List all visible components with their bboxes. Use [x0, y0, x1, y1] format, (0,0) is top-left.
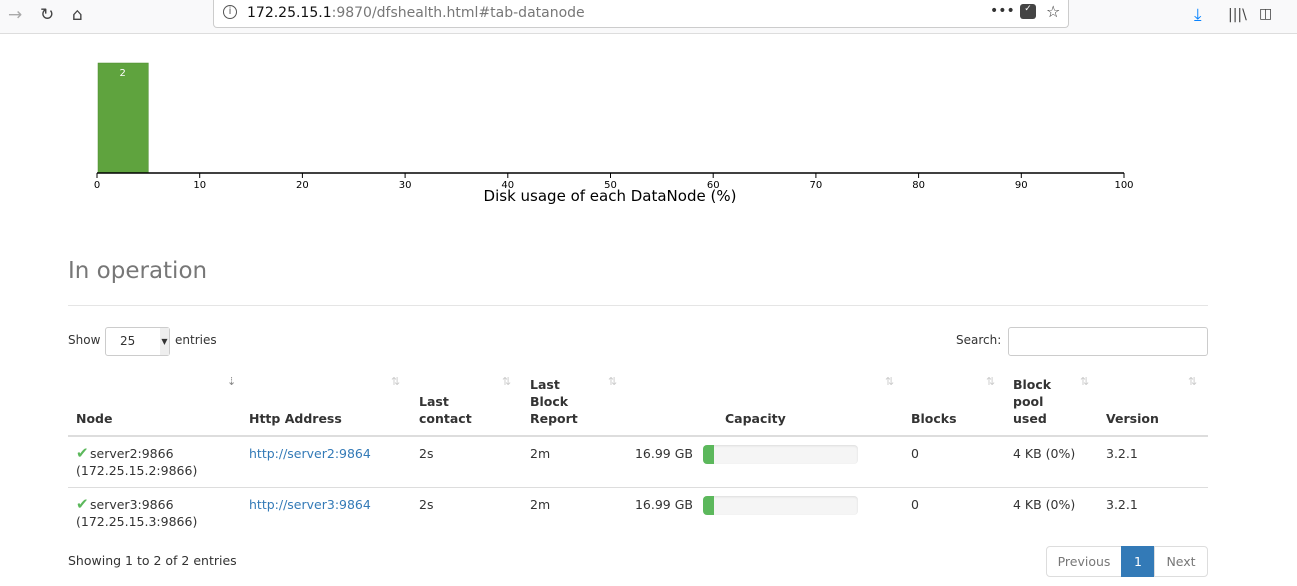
- capacity-bar: [703, 496, 858, 515]
- sort-icon[interactable]: ⇅: [391, 375, 400, 388]
- more-icon[interactable]: •••: [990, 3, 1015, 19]
- table-info: Showing 1 to 2 of 2 entries: [68, 553, 237, 568]
- search-input[interactable]: [1008, 327, 1208, 356]
- block-pool-used: 4 KB (0%): [1013, 446, 1076, 461]
- divider: [68, 305, 1208, 306]
- header-divider: [68, 435, 1208, 437]
- node-name: server2:9866: [90, 446, 174, 461]
- sort-icon[interactable]: ⇅: [502, 375, 511, 388]
- sort-asc-icon[interactable]: ⇣: [227, 375, 236, 388]
- library-icon[interactable]: |||\: [1228, 7, 1247, 23]
- http-address-link[interactable]: http://server3:9864: [249, 496, 371, 513]
- entries-label: entries: [175, 333, 217, 347]
- block-pool-used-header[interactable]: Block pool used: [1013, 376, 1073, 427]
- entries-select[interactable]: 25 ▼: [105, 327, 170, 356]
- row-divider: [68, 487, 1208, 488]
- sort-icon[interactable]: ⇅: [1188, 375, 1197, 388]
- check-icon: ✔: [76, 495, 89, 513]
- x-tick-label: 100: [1114, 180, 1133, 191]
- sort-icon[interactable]: ⇅: [885, 375, 894, 388]
- download-icon[interactable]: ⤓: [1194, 5, 1202, 25]
- last-contact: 2s: [419, 497, 434, 512]
- last-block-report: 2m: [530, 497, 551, 512]
- capacity-bar-fill: [703, 496, 714, 515]
- forward-icon[interactable]: →: [8, 5, 22, 25]
- last-block-report: 2m: [530, 446, 551, 461]
- last-block-report-header[interactable]: Last Block Report: [530, 376, 590, 427]
- sort-icon[interactable]: ⇅: [1080, 375, 1089, 388]
- home-icon[interactable]: ⌂: [72, 5, 83, 25]
- node-header[interactable]: Node: [76, 410, 226, 427]
- http-address-link[interactable]: http://server2:9864: [249, 445, 371, 462]
- x-tick-label: 20: [296, 180, 309, 191]
- sort-icon[interactable]: ⇅: [608, 375, 617, 388]
- sort-icon[interactable]: ⇅: [986, 375, 995, 388]
- x-axis-label: Disk usage of each DataNode (%): [484, 187, 737, 205]
- version: 3.2.1: [1106, 497, 1138, 512]
- blocks: 0: [911, 446, 919, 461]
- url-host: 172.25.15.1: [247, 5, 332, 21]
- node-name: server3:9866: [90, 497, 174, 512]
- show-label: Show: [68, 333, 101, 347]
- chevron-down-icon: ▼: [160, 328, 169, 355]
- previous-button[interactable]: Previous: [1046, 546, 1122, 577]
- page-1-button[interactable]: 1: [1121, 546, 1155, 577]
- capacity-value: 16.99 GB: [634, 497, 693, 512]
- histogram-bar: [97, 62, 149, 174]
- search-label: Search:: [956, 333, 1002, 347]
- version: 3.2.1: [1106, 446, 1138, 461]
- check-icon: ✔: [76, 444, 89, 462]
- bar-count-label: 2: [119, 68, 125, 79]
- browser-toolbar: → ↻ ⌂ i 172.25.15.1:9870/dfshealth.html#…: [0, 0, 1297, 34]
- x-tick-label: 80: [912, 180, 925, 191]
- x-tick-label: 90: [1015, 180, 1028, 191]
- x-tick-label: 0: [94, 180, 100, 191]
- blocks: 0: [911, 497, 919, 512]
- sidebar-icon[interactable]: ◫: [1259, 6, 1272, 22]
- pocket-icon[interactable]: ✓: [1020, 4, 1036, 19]
- info-icon[interactable]: i: [223, 5, 237, 19]
- url-bar[interactable]: i 172.25.15.1:9870/dfshealth.html#tab-da…: [213, 0, 1069, 28]
- capacity-bar-fill: [703, 445, 714, 464]
- node-ip: (172.25.15.2:9866): [76, 463, 198, 478]
- node-ip: (172.25.15.3:9866): [76, 514, 198, 529]
- capacity-value: 16.99 GB: [634, 446, 693, 461]
- x-tick-label: 70: [810, 180, 823, 191]
- block-pool-used: 4 KB (0%): [1013, 497, 1076, 512]
- version-header[interactable]: Version: [1106, 410, 1256, 427]
- section-title: In operation: [68, 258, 208, 284]
- capacity-header[interactable]: Capacity: [725, 410, 805, 427]
- last-contact-header[interactable]: Last contact: [419, 393, 479, 427]
- disk-usage-histogram: 20 10 20 30 40 50 60 70 80 90 100Disk usage of eac…: [94, 62, 1134, 205]
- http-address-header[interactable]: Http Address: [249, 410, 399, 427]
- entries-value: 25: [120, 334, 136, 348]
- x-tick-label: 30: [399, 180, 412, 191]
- last-contact: 2s: [419, 446, 434, 461]
- x-tick-label: 10: [193, 180, 206, 191]
- next-button[interactable]: Next: [1154, 546, 1208, 577]
- bookmark-star-icon[interactable]: ☆: [1046, 2, 1060, 21]
- capacity-bar: [703, 445, 858, 464]
- url-path: :9870/dfshealth.html#tab-datanode: [331, 5, 585, 21]
- reload-icon[interactable]: ↻: [40, 5, 54, 25]
